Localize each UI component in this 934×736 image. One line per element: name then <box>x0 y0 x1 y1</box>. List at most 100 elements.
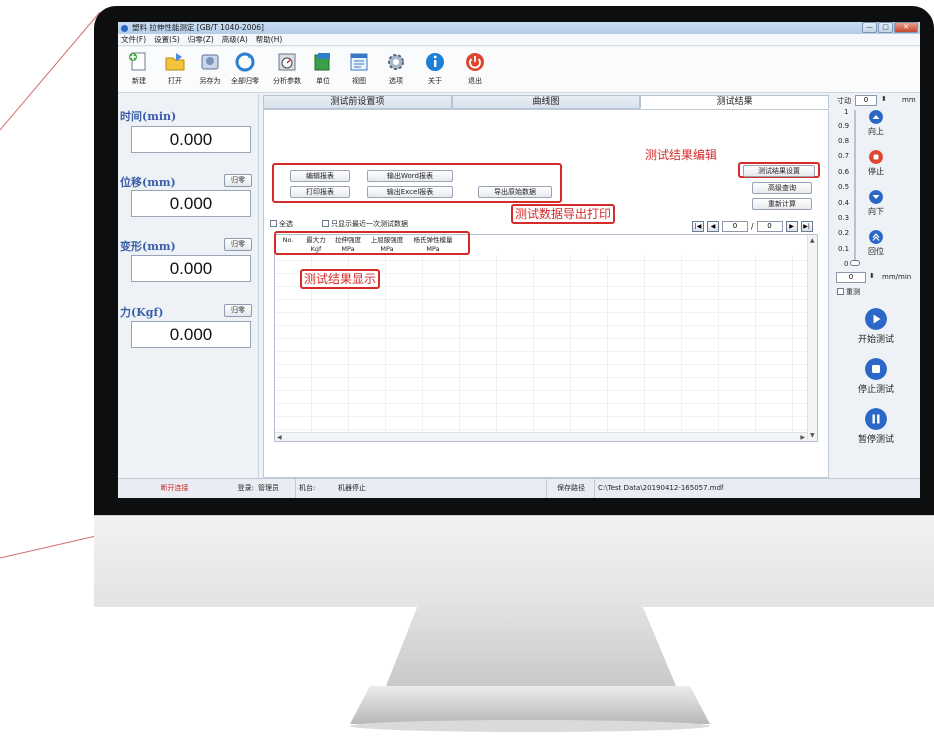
monitor-stand <box>350 600 710 732</box>
window-title: 塑料 拉伸性能测定 [GB/T 1040-2006] <box>132 23 264 32</box>
app-logo-icon <box>121 25 128 32</box>
tab-curve[interactable]: 曲线图 <box>451 95 641 109</box>
menu-advanced[interactable]: 高级(A) <box>222 34 248 45</box>
table-horizontal-scrollbar[interactable]: ◀ ▶ <box>275 432 807 441</box>
view-button[interactable]: 视图 <box>344 51 374 91</box>
play-icon <box>865 308 887 330</box>
login-label: 登录: <box>237 484 254 492</box>
menu-zero[interactable]: 归零(Z) <box>188 34 214 45</box>
jog-unit: mm <box>902 96 916 104</box>
analysis-params-button[interactable]: 分析参数 <box>270 51 304 91</box>
current-page-field[interactable]: 0 <box>722 221 748 232</box>
next-page-icon[interactable]: ▶ <box>785 221 798 232</box>
save-as-button[interactable]: 另存为 <box>195 51 225 91</box>
speed-spin-icon[interactable]: ⬍ <box>869 272 875 280</box>
open-folder-icon <box>165 53 185 71</box>
jog-slider-track[interactable] <box>854 110 856 262</box>
maximize-button[interactable]: □ <box>878 22 893 33</box>
force-zero-button[interactable]: 归零 <box>224 304 252 317</box>
displacement-value: 0.000 <box>131 190 251 217</box>
displacement-label: 位移(mm) <box>120 176 176 189</box>
open-button[interactable]: 打开 <box>160 51 190 91</box>
arrow-up-icon <box>869 110 883 124</box>
monitor-chin <box>94 515 934 607</box>
recalculate-button[interactable]: 重新计算 <box>752 198 812 210</box>
stop-test-button[interactable]: 停止测试 <box>854 358 898 395</box>
about-button[interactable]: 关于 <box>420 51 450 91</box>
speed-input[interactable]: 0 <box>836 272 866 283</box>
return-button[interactable]: 回位 <box>858 230 894 257</box>
deformation-zero-button[interactable]: 归零 <box>224 238 252 251</box>
save-path: C:\Test Data\20190412-165057.mdf <box>594 479 794 498</box>
new-file-icon <box>129 52 146 71</box>
results-table: No. 最大力 Kgf 拉伸强度 MPa 上屈服强度 MPa 杨氏弹性模量 MPa ▲ ▼… <box>274 234 818 442</box>
print-report-button[interactable]: 打印报表 <box>290 186 350 198</box>
minimize-button[interactable]: — <box>862 22 877 33</box>
info-icon <box>426 53 444 71</box>
only-latest-checkbox[interactable]: 只显示最近一次测试数据 <box>322 220 408 229</box>
options-gear-icon <box>388 54 404 70</box>
move-up-button[interactable]: 向上 <box>858 110 894 137</box>
page-separator: / <box>751 222 754 231</box>
menu-file[interactable]: 文件(F) <box>121 34 146 45</box>
menu-settings[interactable]: 设置(S) <box>154 34 180 45</box>
annotation-result-edit: 测试结果编辑 <box>643 147 720 163</box>
edit-report-button[interactable]: 编辑报表 <box>290 170 350 182</box>
connection-status[interactable]: 断开连接 <box>118 479 228 498</box>
status-bar: 断开连接 登录: 管理员 机台: 机器停止 保存路径 C:\Test Data\… <box>118 478 920 498</box>
retest-checkbox[interactable]: 重测 <box>837 288 860 297</box>
measurement-panel: 时间(min) 0.000 位移(mm) 归零 0.000 变形(mm) 归零 … <box>118 94 259 478</box>
options-button[interactable]: 选项 <box>381 51 411 91</box>
unit-button[interactable]: 单位 <box>308 51 338 91</box>
result-settings-button[interactable]: 测试结果设置 <box>743 165 815 177</box>
jog-spin-icon[interactable]: ⬍ <box>881 95 887 103</box>
save-as-icon <box>201 54 219 70</box>
pause-icon <box>865 408 887 430</box>
jog-input[interactable]: 0 <box>855 95 877 106</box>
annotation-result-display: 测试结果显示 <box>300 269 381 289</box>
deformation-label: 变形(mm) <box>120 240 176 253</box>
pause-test-button[interactable]: 暂停测试 <box>854 408 898 445</box>
select-all-checkbox[interactable]: 全选 <box>270 220 293 229</box>
pager: |◀ ◀ 0 / 0 ▶ ▶| <box>692 220 813 233</box>
power-icon <box>466 53 484 71</box>
last-page-icon[interactable]: ▶| <box>800 221 813 232</box>
tab-bar: 测试前设置项 曲线图 测试结果 <box>263 95 830 109</box>
export-raw-data-button[interactable]: 导出原始数据 <box>478 186 552 198</box>
reset-all-icon <box>235 52 255 72</box>
displacement-zero-button[interactable]: 归零 <box>224 174 252 187</box>
save-path-label: 保存路径 <box>546 479 592 498</box>
first-page-icon[interactable]: |◀ <box>692 221 704 232</box>
time-label: 时间(min) <box>120 110 177 123</box>
table-vertical-scrollbar[interactable]: ▲ ▼ <box>807 235 817 441</box>
start-test-button[interactable]: 开始测试 <box>854 308 898 345</box>
view-icon <box>350 53 368 71</box>
reset-all-button[interactable]: 全部归零 <box>228 51 262 91</box>
machine-state: 机器停止 <box>338 484 366 492</box>
annotation-export-print: 测试数据导出打印 <box>511 204 616 224</box>
monitor-mockup: 塑料 拉伸性能测定 [GB/T 1040-2006] — □ ✕ 文件(F) 设… <box>0 0 934 736</box>
new-button[interactable]: 新建 <box>124 51 154 91</box>
export-excel-button[interactable]: 输出Excel报表 <box>367 186 453 198</box>
move-down-button[interactable]: 向下 <box>858 190 894 217</box>
results-panel: 编辑报表 输出Word报表 打印报表 输出Excel报表 导出原始数据 测试结果… <box>263 109 829 478</box>
advanced-query-button[interactable]: 高级查询 <box>752 182 812 194</box>
prev-page-icon[interactable]: ◀ <box>707 221 719 232</box>
machine-label: 机台: <box>295 479 335 498</box>
gauge-icon <box>278 53 296 71</box>
menu-bar: 文件(F) 设置(S) 归零(Z) 高级(A) 帮助(H) <box>118 34 920 46</box>
tab-pre-test-settings[interactable]: 测试前设置项 <box>263 95 452 109</box>
login-user: 管理员 <box>258 484 279 492</box>
table-header-highlight <box>274 231 470 255</box>
window-controls: — □ ✕ <box>862 22 918 33</box>
close-button[interactable]: ✕ <box>894 22 918 33</box>
app-window: 塑料 拉伸性能测定 [GB/T 1040-2006] — □ ✕ 文件(F) 设… <box>118 22 920 498</box>
exit-button[interactable]: 退出 <box>460 51 490 91</box>
jog-stop-button[interactable]: 停止 <box>858 150 894 177</box>
menu-help[interactable]: 帮助(H) <box>256 34 283 45</box>
checkbox-box <box>837 288 844 295</box>
jog-slider-thumb[interactable] <box>850 260 860 266</box>
tab-test-results[interactable]: 测试结果 <box>640 95 830 109</box>
title-bar: 塑料 拉伸性能测定 [GB/T 1040-2006] — □ ✕ <box>118 22 920 34</box>
export-word-button[interactable]: 输出Word报表 <box>367 170 453 182</box>
